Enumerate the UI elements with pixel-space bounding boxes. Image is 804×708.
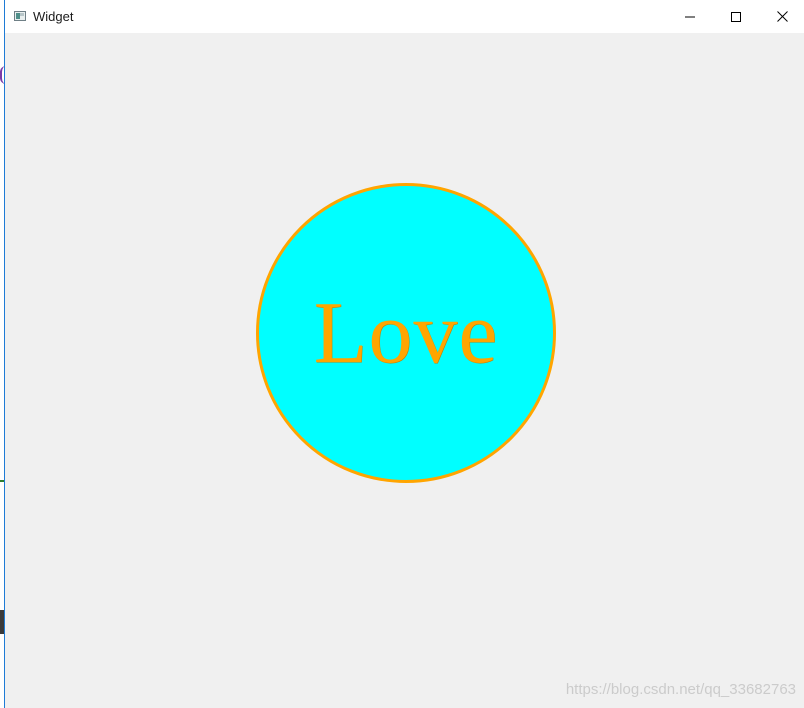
window-title: Widget bbox=[33, 9, 74, 24]
maximize-icon bbox=[731, 11, 741, 22]
app-window-icon bbox=[14, 11, 26, 21]
widget-client-area: Love https://blog.csdn.net/qq_33682763 bbox=[5, 33, 804, 708]
close-icon bbox=[776, 11, 788, 22]
love-circle: Love bbox=[256, 183, 556, 483]
watermark-url: https://blog.csdn.net/qq_33682763 bbox=[565, 681, 796, 698]
minimize-icon bbox=[685, 16, 695, 17]
widget-window: Widget Love https://blog.csdn.net/qq_336… bbox=[4, 0, 804, 708]
maximize-button[interactable] bbox=[713, 0, 759, 33]
minimize-button[interactable] bbox=[667, 0, 713, 33]
title-bar[interactable]: Widget bbox=[5, 0, 804, 33]
love-text: Love bbox=[313, 284, 499, 382]
close-button[interactable] bbox=[759, 0, 804, 33]
